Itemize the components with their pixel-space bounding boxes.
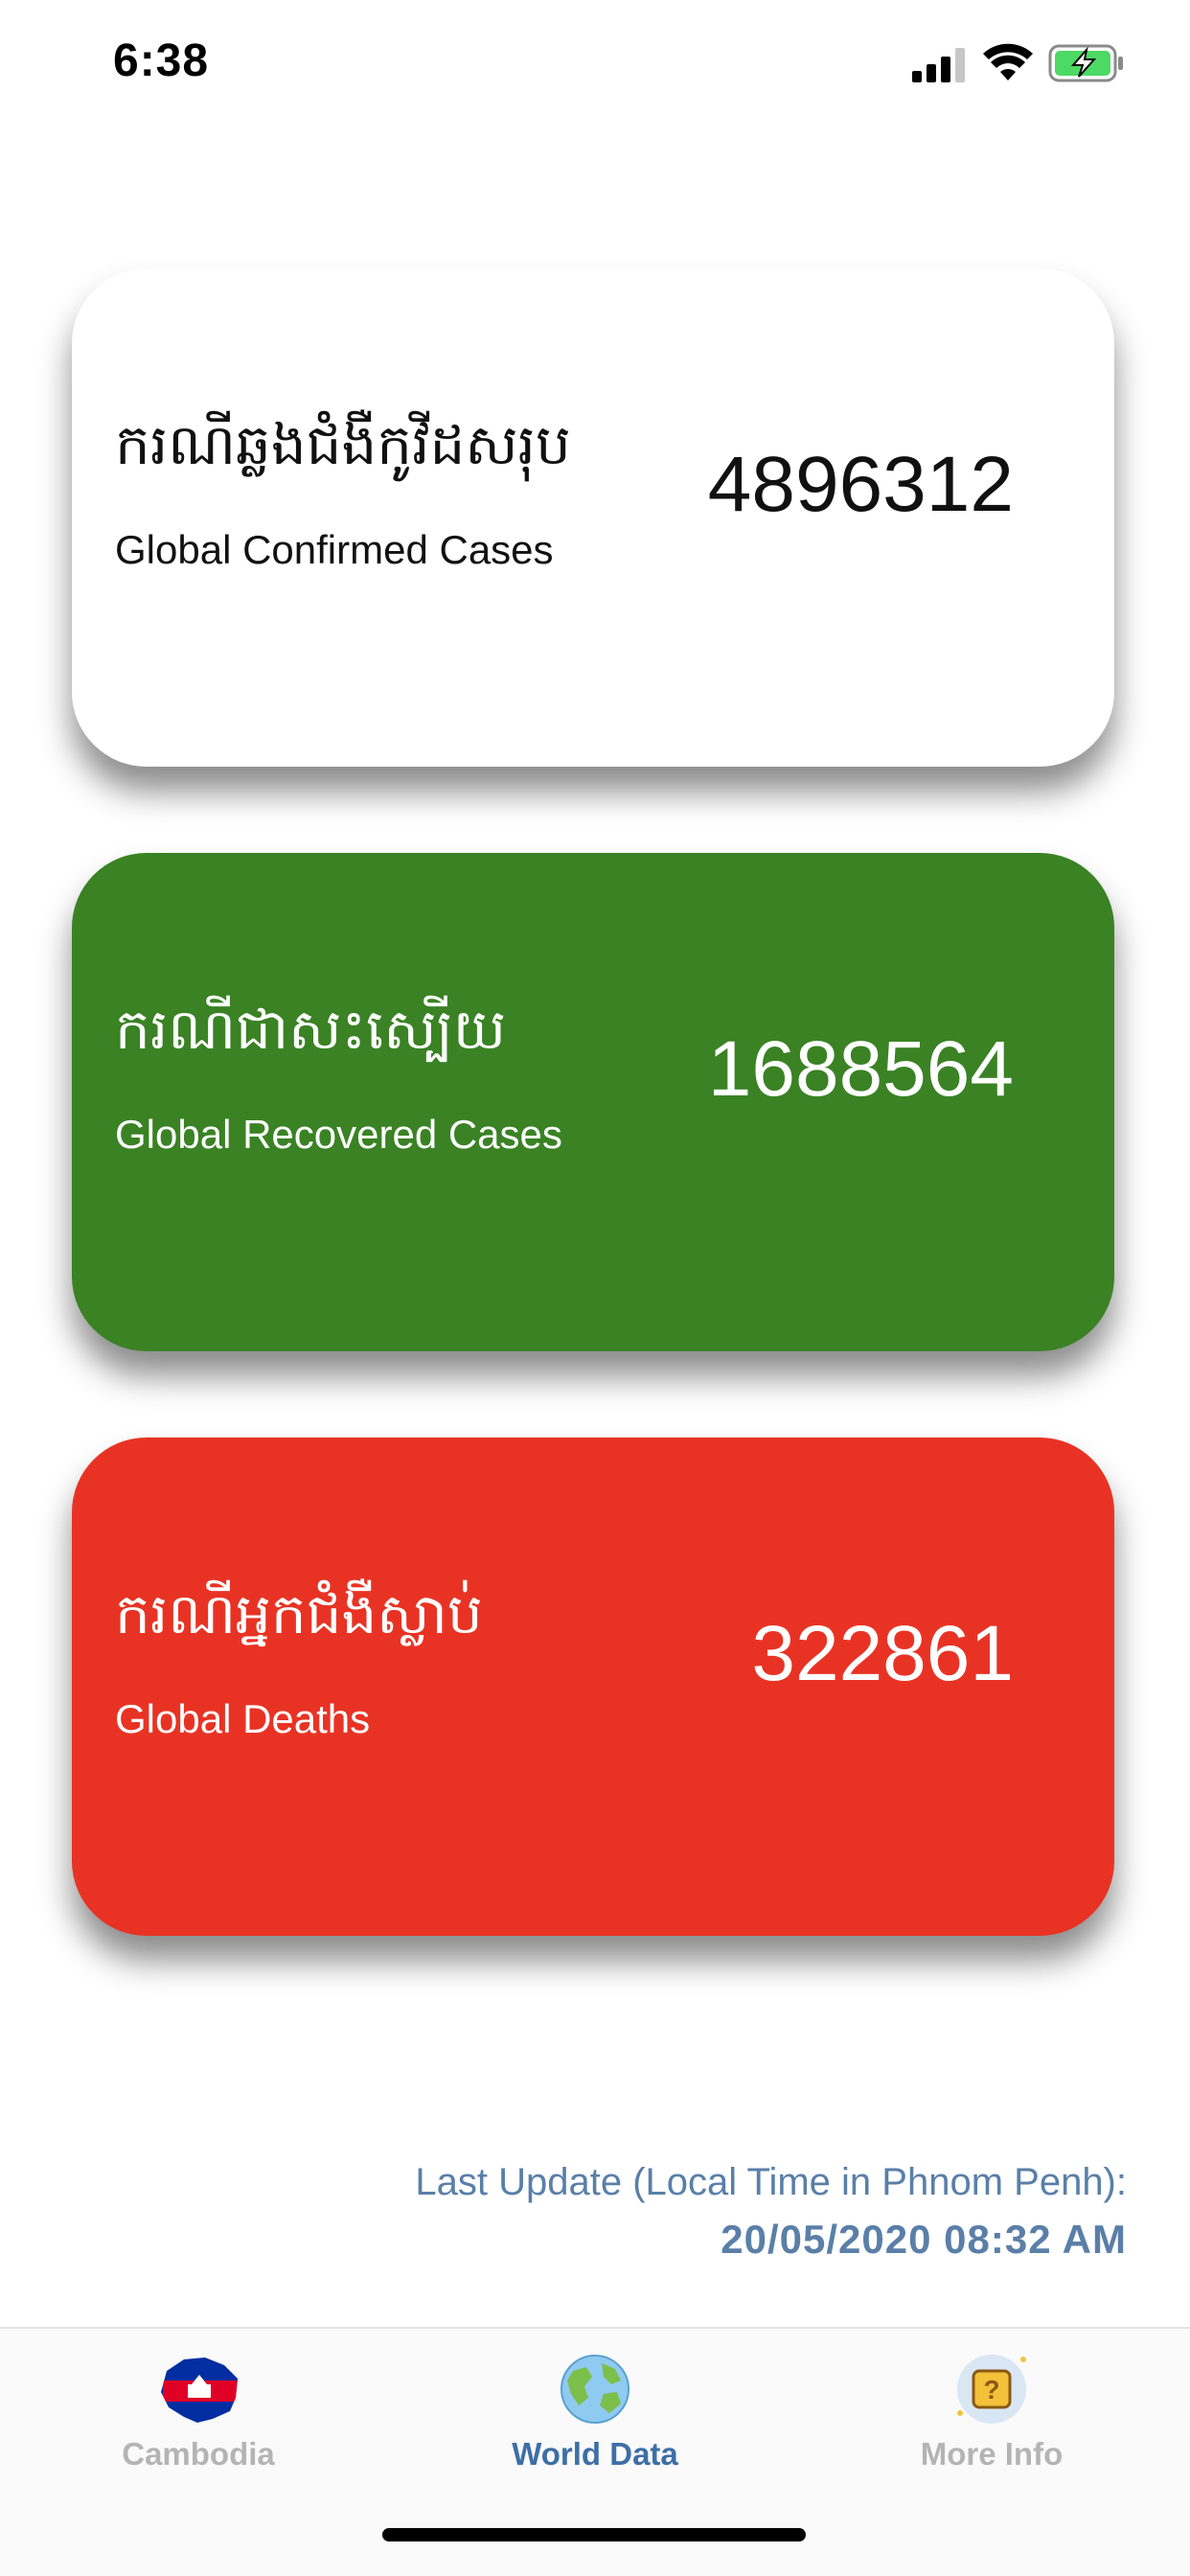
cambodia-map-flag-icon <box>161 2358 238 2423</box>
tab-world-data-label: World Data <box>512 2436 678 2472</box>
svg-text:?: ? <box>983 2375 999 2404</box>
confirmed-count: 4896312 <box>707 441 1014 528</box>
question-mark-icon: ? <box>957 2355 1026 2424</box>
recovered-count: 1688564 <box>707 1025 1014 1113</box>
tab-more-info-label: More Info <box>920 2436 1064 2472</box>
deaths-english-label: Global Deaths <box>115 1696 371 1741</box>
globe-icon <box>561 2355 629 2424</box>
tab-cambodia[interactable]: Cambodia <box>0 2329 397 2501</box>
tab-more-info[interactable]: ? More Info <box>793 2329 1190 2501</box>
signal-icon <box>912 48 965 82</box>
recovered-khmer-label: ករណីជាសះស្បើយ <box>115 997 507 1062</box>
status-time: 6:38 <box>113 35 210 86</box>
tab-cambodia-label: Cambodia <box>122 2436 275 2472</box>
deaths-card[interactable]: ករណីអ្នកជំងឺស្លាប់ Global Deaths 322861 <box>72 1438 1114 1936</box>
last-update-timestamp: 20/05/2020 08:32 AM <box>721 2217 1127 2262</box>
status-bar: 6:38 <box>0 0 1190 129</box>
recovered-english-label: Global Recovered Cases <box>115 1112 562 1157</box>
recovered-cases-card[interactable]: ករណីជាសះស្បើយ Global Recovered Cases 168… <box>72 853 1114 1351</box>
deaths-count: 322861 <box>751 1610 1014 1697</box>
confirmed-khmer-label: ករណីឆ្លងជំងឺកូវីដសរុប <box>115 412 571 477</box>
world-data-screen: 6:38 ករណីឆ្លងជំងឺកូវីដសរុប Global Confir… <box>0 0 1190 2576</box>
deaths-khmer-label: ករណីអ្នកជំងឺស្លាប់ <box>115 1581 483 1646</box>
confirmed-cases-card[interactable]: ករណីឆ្លងជំងឺកូវីដសរុប Global Confirmed C… <box>72 268 1114 767</box>
battery-charging-icon <box>1048 44 1123 82</box>
last-update-label: Last Update (Local Time in Phnom Penh): <box>415 2161 1127 2203</box>
confirmed-english-label: Global Confirmed Cases <box>115 527 554 572</box>
tab-world-data[interactable]: World Data <box>397 2329 793 2501</box>
home-indicator[interactable] <box>382 2528 806 2542</box>
wifi-icon <box>983 43 1033 80</box>
